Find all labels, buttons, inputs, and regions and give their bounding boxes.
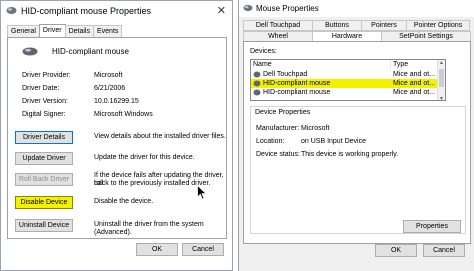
mouse-pointer-icon (197, 185, 207, 200)
device-status-value: This device is working properly. (301, 151, 399, 158)
manufacturer-value: Microsoft (301, 125, 330, 132)
right-titlebar[interactable]: Mouse Properties (239, 0, 474, 17)
device-row-type: Mice and ot... (393, 89, 436, 96)
tab-pointers[interactable]: Pointers (361, 20, 407, 31)
driver-date-label: Driver Date: (22, 85, 60, 92)
devices-label: Devices: (250, 48, 277, 55)
left-window-title: HID-compliant mouse Properties (21, 6, 152, 16)
uninstall-device-button[interactable]: Uninstall Device (15, 219, 73, 232)
left-ok-button[interactable]: OK (136, 243, 178, 256)
device-name: HID-compliant mouse (52, 47, 129, 56)
driver-version-value: 10.0.16299.15 (94, 98, 139, 105)
tab-details[interactable]: Details (64, 25, 94, 37)
hid-mouse-properties-dialog: HID-compliant mouse Properties ✕ General… (0, 0, 233, 271)
location-value: on USB Input Device (301, 138, 366, 145)
driver-details-button[interactable]: Driver Details (15, 131, 73, 144)
mouse-icon (253, 89, 261, 96)
manufacturer-label: Manufacturer: (256, 125, 300, 132)
device-row-type: Mice and ot... (393, 71, 436, 78)
mouse-icon (22, 47, 38, 56)
list-item[interactable]: HID-compliant mouse Mice and ot... (251, 88, 445, 97)
roll-back-driver-button[interactable]: Roll Back Driver (15, 173, 73, 186)
mouse-app-icon (243, 4, 253, 12)
scroll-down-arrow-icon[interactable]: ▼ (439, 96, 444, 100)
devices-list[interactable]: Name Type Dell Touchpad Mice and ot... H… (250, 59, 446, 101)
uninstall-device-desc: Uninstall the driver from the system (Ad… (94, 221, 204, 236)
tab-general[interactable]: General (7, 25, 40, 37)
close-icon[interactable]: ✕ (217, 4, 226, 17)
list-item-selected[interactable]: HID-compliant mouse Mice and ot... (251, 79, 445, 88)
tab-driver[interactable]: Driver (38, 24, 66, 38)
mouse-app-icon (6, 7, 17, 14)
driver-version-label: Driver Version: (22, 98, 68, 105)
tab-events[interactable]: Events (92, 25, 123, 37)
driver-provider-label: Driver Provider: (22, 72, 71, 79)
column-header-name[interactable]: Name (251, 60, 391, 69)
driver-tab-panel: HID-compliant mouse Driver Provider: Mic… (7, 37, 227, 239)
left-titlebar[interactable]: HID-compliant mouse Properties ✕ (1, 1, 232, 21)
device-properties-group: Device Properties Manufacturer: Microsof… (250, 106, 466, 234)
location-label: Location: (256, 138, 285, 145)
scroll-up-arrow-icon[interactable]: ▲ (439, 60, 444, 66)
device-properties-title: Device Properties (255, 109, 311, 116)
device-row-type: Mice and ot... (393, 80, 436, 87)
right-ok-button[interactable]: OK (375, 244, 417, 257)
tab-buttons[interactable]: Buttons (312, 20, 362, 31)
hardware-tab-panel: Devices: Name Type Dell Touchpad Mice an… (243, 41, 471, 244)
update-driver-button[interactable]: Update Driver (15, 152, 73, 165)
driver-date-value: 6/21/2006 (94, 85, 126, 92)
scroll-thumb[interactable] (439, 69, 444, 87)
list-item[interactable]: Dell Touchpad Mice and ot... (251, 70, 445, 79)
device-row-name: HID-compliant mouse (263, 89, 331, 96)
tab-pointer-options[interactable]: Pointer Options (406, 20, 470, 31)
digital-signer-value: Microsoft Windows (94, 111, 153, 118)
disable-device-button[interactable]: Disable Device (15, 196, 73, 209)
devices-scrollbar[interactable]: ▲ ▼ (437, 60, 445, 100)
column-header-type[interactable]: Type (391, 60, 439, 69)
right-window-title: Mouse Properties (256, 4, 319, 13)
device-row-name: HID-compliant mouse (263, 80, 331, 87)
right-cancel-button[interactable]: Cancel (423, 244, 465, 257)
update-driver-desc: Update the driver for this device. (94, 154, 195, 161)
mouse-properties-dialog: Mouse Properties Dell Touchpad Buttons P… (238, 0, 474, 271)
left-tab-strip: General Driver Details Events (7, 24, 123, 38)
driver-details-desc: View details about the installed driver … (94, 133, 226, 140)
mouse-icon (253, 80, 261, 87)
device-row-name: Dell Touchpad (263, 71, 308, 78)
device-status-label: Device status: (256, 151, 300, 158)
screenshot-stage: HID-compliant mouse Properties ✕ General… (0, 0, 474, 271)
digital-signer-label: Digital Signer: (22, 111, 66, 118)
tab-dell-touchpad[interactable]: Dell Touchpad (243, 20, 313, 31)
properties-button[interactable]: Properties (403, 220, 461, 233)
left-cancel-button[interactable]: Cancel (182, 243, 224, 256)
tab-row-1: Dell Touchpad Buttons Pointers Pointer O… (243, 20, 470, 31)
mouse-icon (253, 71, 261, 78)
driver-provider-value: Microsoft (94, 72, 123, 79)
